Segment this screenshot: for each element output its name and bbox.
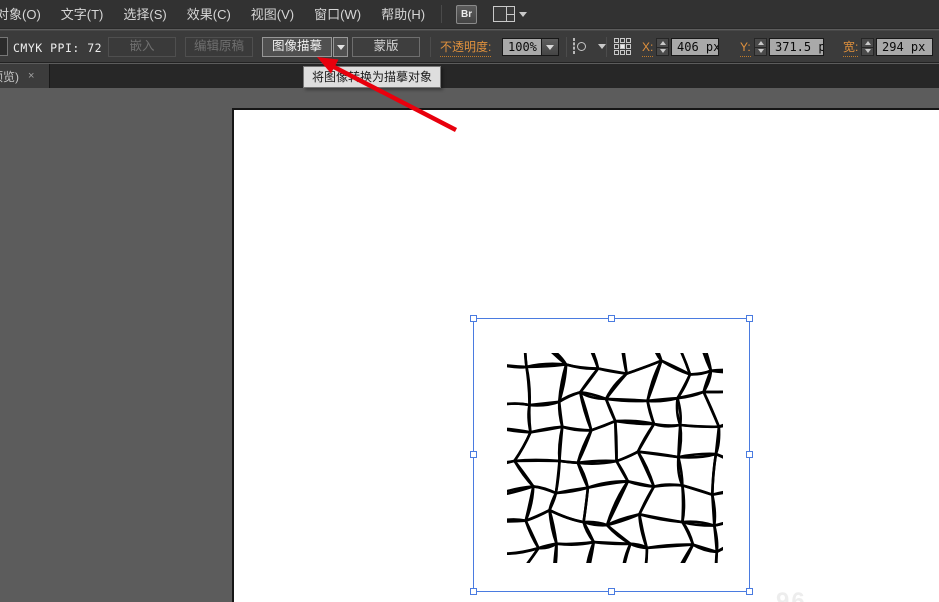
image-trace-dropdown[interactable] (333, 37, 348, 57)
workspace-switcher[interactable] (493, 6, 527, 22)
linked-image-icon (0, 37, 8, 56)
selection-handle[interactable] (608, 315, 615, 322)
document-tab-bar: 预览) × (0, 64, 939, 88)
controlbar-divider (606, 37, 607, 57)
illustrator-window: 对象(O) 文字(T) 选择(S) 效果(C) 视图(V) 窗口(W) 帮助(H… (0, 0, 939, 602)
embed-button[interactable]: 嵌入 (108, 37, 176, 57)
menu-view[interactable]: 视图(V) (241, 0, 304, 29)
menu-object[interactable]: 对象(O) (0, 0, 51, 29)
selection-bounding-box[interactable] (473, 318, 750, 592)
workspace-layout-icon (493, 6, 515, 22)
y-field[interactable]: 371.5 px (769, 38, 824, 56)
width-stepper[interactable] (861, 38, 874, 56)
controlbar-divider (430, 37, 431, 57)
opacity-label[interactable]: 不透明度: (440, 40, 491, 57)
edit-original-button[interactable]: 编辑原稿 (185, 37, 253, 57)
bridge-icon[interactable]: Br (456, 5, 477, 24)
opacity-dropdown[interactable] (542, 38, 559, 56)
selection-handle[interactable] (470, 315, 477, 322)
document-tab[interactable]: 预览) × (0, 64, 50, 88)
width-field[interactable]: 294 px (876, 38, 933, 56)
close-icon[interactable]: × (28, 71, 34, 81)
style-dropdown-icon[interactable] (598, 44, 606, 49)
x-label[interactable]: X: (642, 40, 653, 57)
watermark: 96 (776, 588, 807, 602)
selection-handle[interactable] (746, 451, 753, 458)
menu-bar: 对象(O) 文字(T) 选择(S) 效果(C) 视图(V) 窗口(W) 帮助(H… (0, 0, 939, 29)
document-color-info: CMYK PPI: 72 (13, 41, 102, 55)
menu-help[interactable]: 帮助(H) (371, 0, 435, 29)
chevron-down-icon (337, 45, 345, 50)
width-label[interactable]: 宽: (843, 40, 858, 57)
menu-effect[interactable]: 效果(C) (177, 0, 241, 29)
menu-window[interactable]: 窗口(W) (304, 0, 371, 29)
chevron-down-icon (519, 12, 527, 17)
reference-point-icon[interactable] (614, 38, 634, 58)
controlbar-divider (566, 37, 567, 57)
y-stepper[interactable] (754, 38, 767, 56)
selection-handle[interactable] (746, 315, 753, 322)
menu-type[interactable]: 文字(T) (51, 0, 114, 29)
selection-handle[interactable] (746, 588, 753, 595)
selection-handle[interactable] (470, 588, 477, 595)
chevron-down-icon (546, 45, 554, 50)
x-stepper[interactable] (656, 38, 669, 56)
menu-select[interactable]: 选择(S) (113, 0, 176, 29)
graphic-style-icon[interactable] (573, 38, 575, 54)
selection-handle[interactable] (608, 588, 615, 595)
tooltip: 将图像转换为描摹对象 (303, 66, 441, 88)
image-trace-button[interactable]: 图像描摹 (262, 37, 332, 57)
opacity-value[interactable]: 100% (502, 38, 542, 56)
control-bar: CMYK PPI: 72 嵌入 编辑原稿 图像描摹 蒙版 不透明度: 100% … (0, 30, 939, 63)
mask-button[interactable]: 蒙版 (352, 37, 420, 57)
menubar-divider (441, 5, 442, 23)
x-field[interactable]: 406 px (671, 38, 719, 56)
document-tab-label: 预览) (0, 68, 19, 85)
y-label[interactable]: Y: (740, 40, 751, 57)
selection-handle[interactable] (470, 451, 477, 458)
